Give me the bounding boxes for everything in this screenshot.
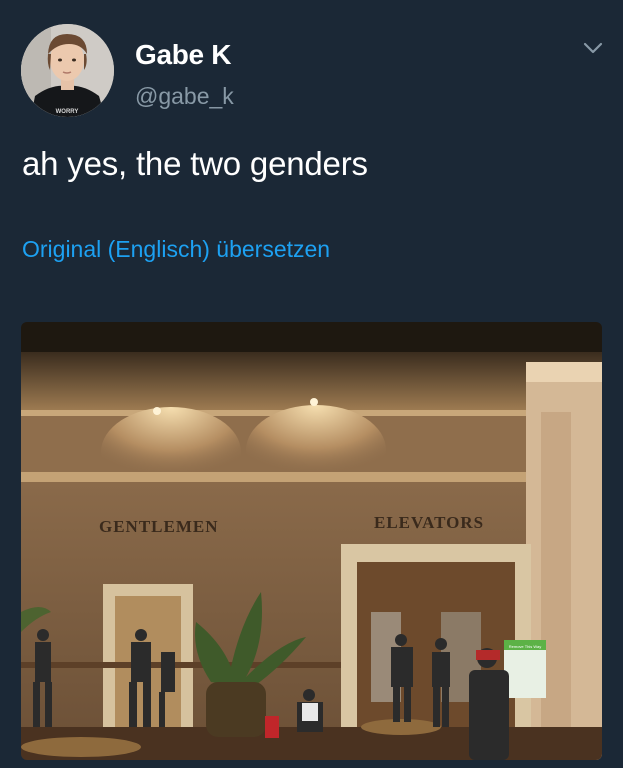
elevators-sign: ELEVATORS xyxy=(374,513,484,532)
avatar[interactable]: WORRY xyxy=(21,24,114,117)
gentlemen-sign: GENTLEMEN xyxy=(99,517,219,536)
author-handle[interactable]: @gabe_k xyxy=(135,83,234,110)
chevron-down-icon xyxy=(583,42,603,54)
author-display-name[interactable]: Gabe K xyxy=(135,39,232,71)
small-sign-text: Remove This Way xyxy=(509,644,541,649)
tweet-menu-button[interactable] xyxy=(580,38,606,58)
avatar-shirt-text: WORRY xyxy=(56,109,79,115)
translate-link[interactable]: Original (Englisch) übersetzen xyxy=(22,236,330,263)
tweet-photo[interactable]: GENTLEMEN ELEVATORS Remove This Way xyxy=(21,322,602,760)
tweet-text: ah yes, the two genders xyxy=(22,145,368,182)
